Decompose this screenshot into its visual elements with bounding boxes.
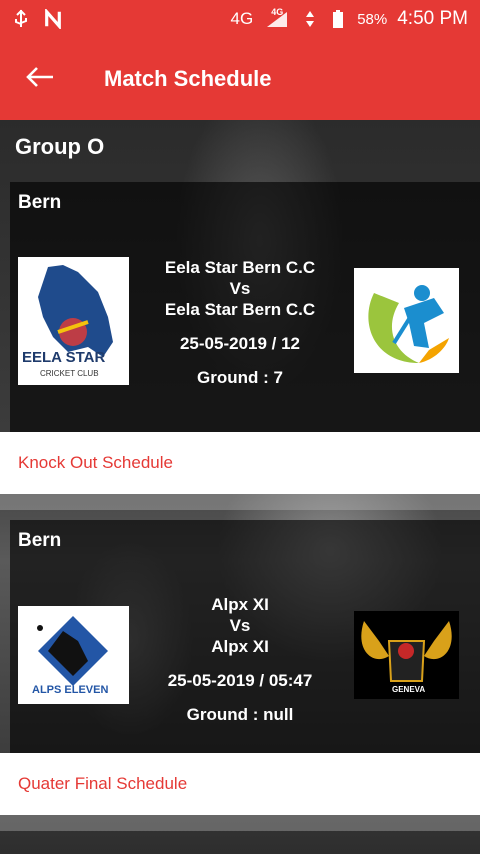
n-notification-icon xyxy=(44,9,62,29)
match-card[interactable]: Bern EELA STAR CRICKET CLUB Eela Star Be… xyxy=(10,182,480,432)
team-logo-left: ALPS ELEVEN xyxy=(18,606,129,704)
match-teams: Eela Star Bern C.C Vs Eela Star Bern C.C xyxy=(140,257,340,320)
network-small-label: 4G xyxy=(271,7,284,17)
knock-out-schedule-label: Knock Out Schedule xyxy=(18,453,173,472)
team-one: Alpx XI xyxy=(211,595,269,614)
left-logo-subtitle: CRICKET CLUB xyxy=(40,369,99,378)
battery-icon xyxy=(329,10,347,28)
app-bar: Match Schedule xyxy=(0,38,480,120)
data-arrows-icon xyxy=(301,10,319,28)
quater-final-schedule-link[interactable]: Quater Final Schedule xyxy=(0,753,480,815)
match-location: Bern xyxy=(18,192,62,213)
knock-out-schedule-link[interactable]: Knock Out Schedule xyxy=(0,432,480,494)
team-one: Eela Star Bern C.C xyxy=(164,258,316,277)
team-logo-left: EELA STAR CRICKET CLUB xyxy=(18,257,129,385)
signal-icon: 4G xyxy=(263,7,291,28)
divider xyxy=(0,815,480,831)
status-bar: 4G 4G 58% 4:50 PM xyxy=(0,0,480,38)
back-button[interactable] xyxy=(0,38,80,120)
quater-final-schedule-label: Quater Final Schedule xyxy=(18,774,188,793)
divider xyxy=(0,494,480,510)
vs-label: Vs xyxy=(229,279,251,298)
left-logo-title: EELA STAR xyxy=(22,349,106,366)
page-title: Match Schedule xyxy=(104,66,272,91)
match-ground: Ground : 7 xyxy=(197,368,283,387)
team-two: Eela Star Bern C.C xyxy=(164,300,316,319)
battery-percent: 58% xyxy=(357,10,388,28)
team-logo-right: GENEVA xyxy=(354,611,459,699)
match-card[interactable]: Bern ALPS ELEVEN Alpx XI Vs Alpx XI 25-0… xyxy=(10,520,480,753)
usb-icon xyxy=(12,9,30,28)
match-location: Bern xyxy=(18,530,62,551)
match-date: 25-05-2019 / 05:47 xyxy=(167,671,313,690)
match-ground: Ground : null xyxy=(186,705,294,724)
group-title: Group O xyxy=(15,134,105,159)
match-details: Alpx XI Vs Alpx XI 25-05-2019 / 05:47 Gr… xyxy=(140,594,340,725)
right-logo-title: GENEVA xyxy=(392,685,426,694)
match-details: Eela Star Bern C.C Vs Eela Star Bern C.C… xyxy=(140,257,340,388)
network-type: 4G xyxy=(230,9,254,28)
arrow-left-icon xyxy=(25,66,55,93)
team-logo-right xyxy=(354,268,459,373)
match-date: 25-05-2019 / 12 xyxy=(179,334,301,353)
left-logo-title: ALPS ELEVEN xyxy=(32,684,109,696)
match-teams: Alpx XI Vs Alpx XI xyxy=(140,594,340,657)
schedule-content[interactable]: Group O Bern EELA STAR CRICKET CLUB Eela… xyxy=(0,120,480,854)
team-two: Alpx XI xyxy=(211,637,269,656)
clock: 4:50 PM xyxy=(397,8,468,29)
vs-label: Vs xyxy=(229,616,251,635)
